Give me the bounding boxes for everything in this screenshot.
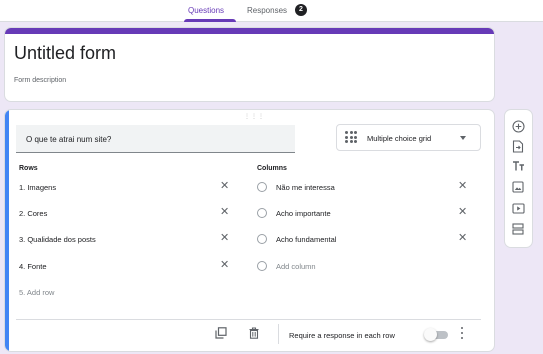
more-options-icon[interactable] [460, 327, 464, 339]
add-video-icon[interactable] [508, 198, 528, 218]
responses-count-badge: 2 [295, 4, 307, 16]
row-item-3[interactable]: 3. Qualidade dos posts [19, 235, 96, 244]
tab-questions[interactable]: Questions [188, 6, 224, 15]
top-tab-bar: Questions Responses 2 [0, 0, 543, 22]
dropdown-caret-icon [460, 136, 466, 140]
duplicate-icon[interactable] [215, 327, 227, 339]
row-item-2[interactable]: 2. Cores [19, 209, 47, 218]
remove-row-3-icon[interactable]: ✕ [220, 233, 229, 244]
title-card-accent-bar [5, 28, 494, 34]
drag-handle-icon[interactable]: ⋮⋮⋮ [244, 113, 265, 120]
column-radio-1 [257, 182, 267, 192]
footer-vertical-divider [278, 324, 279, 344]
tab-responses[interactable]: Responses [247, 6, 287, 15]
column-radio-3 [257, 234, 267, 244]
add-title-icon[interactable] [508, 156, 528, 176]
question-footer-divider [16, 319, 481, 320]
remove-column-2-icon[interactable]: ✕ [458, 207, 467, 218]
remove-row-2-icon[interactable]: ✕ [220, 207, 229, 218]
add-column-radio [257, 261, 267, 271]
add-column-button[interactable]: Add column [276, 262, 316, 271]
toggle-knob[interactable] [424, 328, 437, 341]
active-tab-indicator [184, 19, 236, 22]
columns-header: Columns [257, 165, 287, 172]
column-item-3[interactable]: Acho fundamental [276, 235, 336, 244]
add-row-button[interactable]: 5. Add row [19, 288, 54, 297]
column-item-2[interactable]: Acho importante [276, 209, 331, 218]
column-radio-2 [257, 208, 267, 218]
require-response-label: Require a response in each row [289, 331, 395, 340]
add-section-icon[interactable] [508, 219, 528, 239]
question-focus-bar [5, 110, 9, 351]
remove-column-3-icon[interactable]: ✕ [458, 233, 467, 244]
form-title[interactable]: Untitled form [14, 43, 116, 64]
remove-row-1-icon[interactable]: ✕ [220, 181, 229, 192]
add-image-icon[interactable] [508, 177, 528, 197]
form-title-card[interactable] [4, 27, 495, 102]
delete-icon[interactable] [248, 327, 260, 339]
row-item-4[interactable]: 4. Fonte [19, 262, 47, 271]
row-item-1[interactable]: 1. Imagens [19, 183, 56, 192]
column-item-1[interactable]: Não me interessa [276, 183, 335, 192]
import-questions-icon[interactable] [508, 136, 528, 156]
remove-column-1-icon[interactable]: ✕ [458, 181, 467, 192]
grid-dots-icon [345, 131, 357, 143]
remove-row-4-icon[interactable]: ✕ [220, 260, 229, 271]
form-description[interactable]: Form description [14, 77, 66, 84]
question-type-label: Multiple choice grid [367, 134, 432, 143]
rows-header: Rows [19, 165, 38, 172]
question-title-text: O que te atrai num site? [26, 135, 112, 144]
add-question-icon[interactable] [508, 116, 528, 136]
